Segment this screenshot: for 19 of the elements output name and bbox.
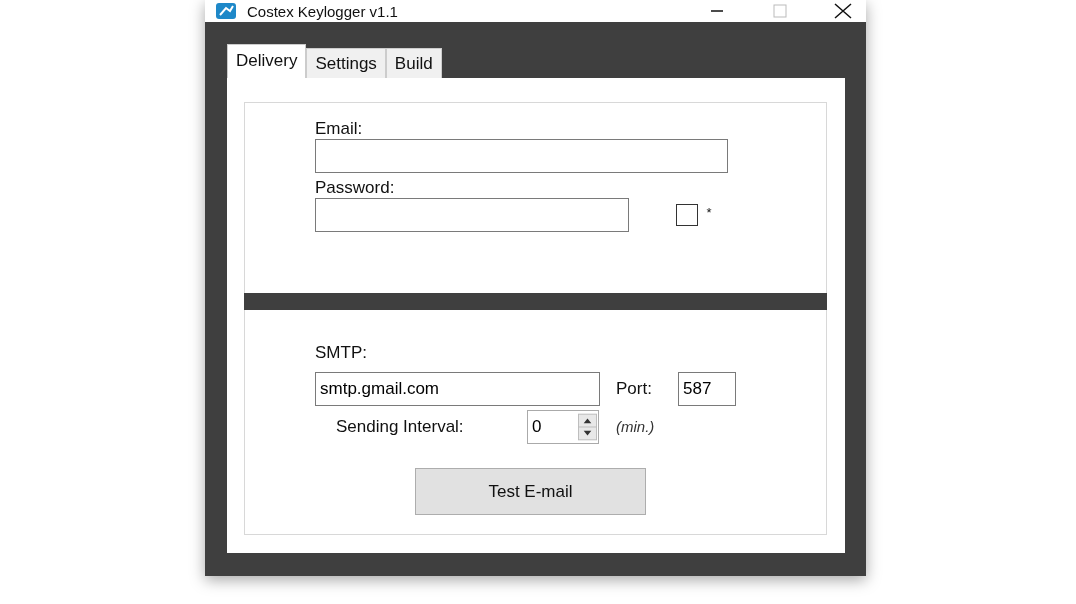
- maximize-icon: [773, 4, 787, 18]
- checkbox-label: *: [706, 204, 712, 223]
- window-title: Costex Keylogger v1.1: [247, 3, 398, 19]
- password-label: Password:: [315, 177, 396, 199]
- tab[interactable]: Settings: [306, 48, 386, 78]
- smtp-label: SMTP:: [315, 343, 368, 364]
- close-icon: [834, 3, 852, 19]
- show-password-checkbox[interactable]: [676, 204, 698, 227]
- tab[interactable]: Delivery: [227, 44, 307, 78]
- email-label: Email:: [315, 119, 364, 140]
- smtp-server-field[interactable]: smtp.gmail.com: [315, 371, 600, 406]
- port-field[interactable]: 587: [678, 371, 736, 406]
- test-email-button[interactable]: Test E-mail: [415, 468, 646, 516]
- email-input-field[interactable]: [315, 139, 728, 174]
- tab[interactable]: Build: [385, 48, 442, 78]
- port-label: Port:: [616, 378, 653, 401]
- password-input-field[interactable]: [315, 198, 629, 233]
- interval-unit-label: (min.): [616, 416, 655, 437]
- sending-interval-label: Sending Interval:: [336, 416, 465, 439]
